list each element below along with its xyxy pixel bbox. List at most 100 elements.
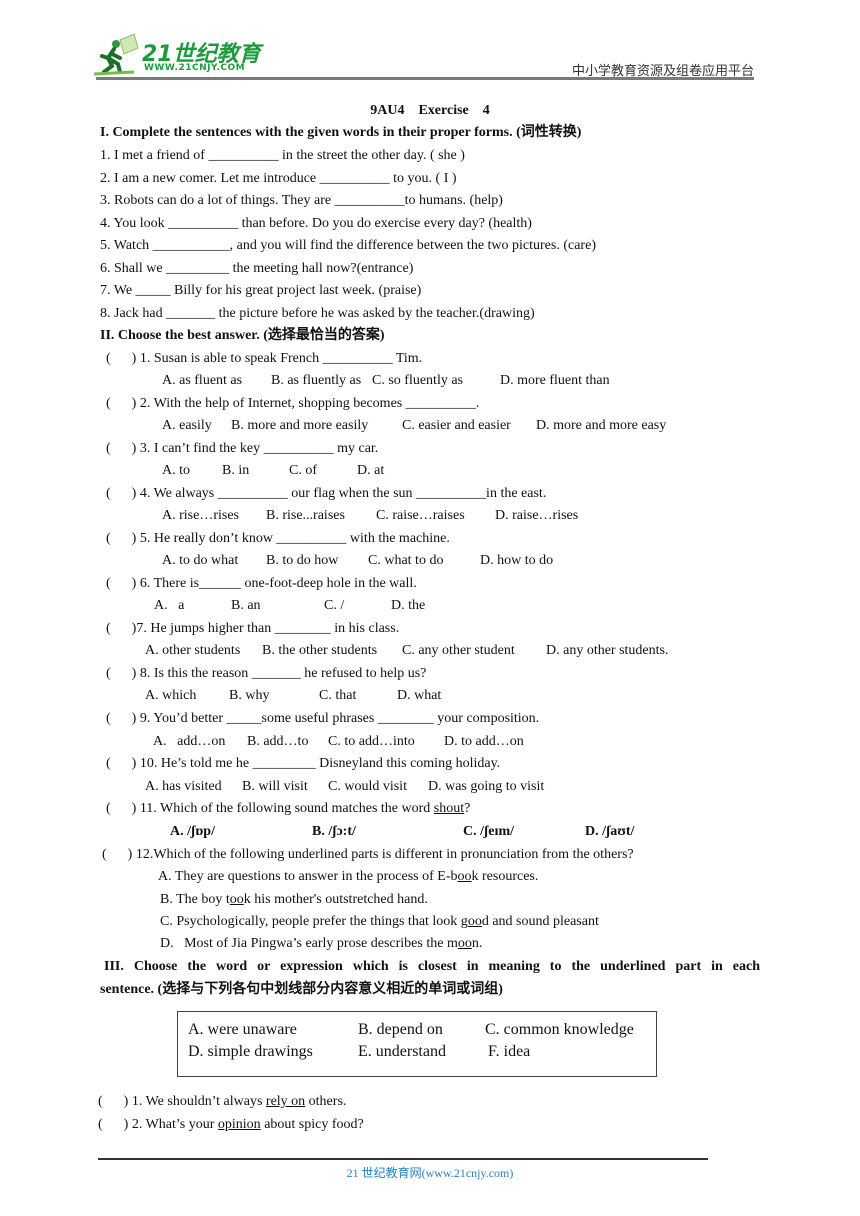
option-a: A. other students xyxy=(145,643,241,658)
option-a: A. which xyxy=(145,688,197,703)
option-a: A. easily xyxy=(162,418,212,433)
section-1-heading: I. Complete the sentences with the given… xyxy=(100,125,582,140)
option-d: D. at xyxy=(357,463,385,478)
option-d: D. /ʃaʊt/ xyxy=(585,824,635,839)
option-a: A. add…on xyxy=(153,734,226,749)
option-a: A. a xyxy=(154,598,185,613)
header-divider xyxy=(96,77,754,80)
answer-blank[interactable]: ( ) xyxy=(106,351,136,366)
underlined-word: shout xyxy=(433,801,465,816)
answer-blank[interactable]: ( ) xyxy=(106,576,136,591)
word-bank-item: E. understand xyxy=(358,1043,446,1060)
answer-blank[interactable]: ( ) xyxy=(106,441,136,456)
option-d: D. raise…rises xyxy=(495,508,579,523)
runner-logo-icon xyxy=(94,34,139,76)
option-a: A. to xyxy=(162,463,190,478)
answer-blank[interactable]: ( ) xyxy=(106,756,136,771)
word-bank-item: D. simple drawings xyxy=(188,1043,313,1060)
option-d: D. any other students. xyxy=(546,643,669,658)
footer-divider xyxy=(98,1158,708,1160)
option-c: C. what to do xyxy=(368,553,444,568)
option-b: B. in xyxy=(222,463,250,478)
option-b: B. the other students xyxy=(262,643,378,658)
option-b: B. why xyxy=(229,688,270,703)
option-b: B. will visit xyxy=(242,779,308,794)
underlined-phrase: rely on xyxy=(265,1094,306,1109)
question-2: ( ) 2. With the help of Internet, shoppi… xyxy=(106,396,480,411)
option-b: B. more and more easily xyxy=(231,418,369,433)
answer-blank[interactable]: ( ) xyxy=(106,396,136,411)
fill-in-item: 5. Watch ___________, and you will find … xyxy=(100,238,596,253)
option-d: D. more fluent than xyxy=(500,373,610,388)
option-a: A. /ʃɒp/ xyxy=(170,824,215,839)
option-c: C. would visit xyxy=(328,779,407,794)
fill-in-item: 8. Jack had _______ the picture before h… xyxy=(100,306,535,321)
option-c: C. of xyxy=(289,463,317,478)
footer-link[interactable]: 21 世纪教育网(www.21cnjy.com) xyxy=(0,1164,860,1181)
option-b: B. as fluently as xyxy=(271,373,362,388)
question-1: ( ) 1. Susan is able to speak French ___… xyxy=(106,351,423,366)
question-6: ( ) 6. There is______ one-foot-deep hole… xyxy=(106,576,417,591)
section-2-heading: II. Choose the best answer. (选择最恰当的答案) xyxy=(100,328,385,343)
answer-blank[interactable]: ( ) xyxy=(106,711,136,726)
question-3: ( ) 3. I can’t find the key __________ m… xyxy=(106,441,379,456)
fill-in-item: 4. You look __________ than before. Do y… xyxy=(100,216,532,231)
section-3-heading: III. Choose the word or expression which… xyxy=(104,959,760,974)
question-9: ( ) 9. You’d better _____some useful phr… xyxy=(106,711,540,726)
answer-blank[interactable]: ( ) xyxy=(102,847,132,862)
site-logo: 21世纪教育 WWW.21CNJY.COM xyxy=(94,34,264,76)
question-8: ( ) 8. Is this the reason _______ he ref… xyxy=(106,666,427,681)
question-5: ( ) 5. He really don’t know __________ w… xyxy=(106,531,450,546)
fill-in-item: 7. We _____ Billy for his great project … xyxy=(100,283,422,298)
question-11: ( ) 11. Which of the following sound mat… xyxy=(106,801,471,816)
option-a: A. rise…rises xyxy=(162,508,239,523)
answer-blank[interactable]: ( ) xyxy=(106,666,136,681)
word-bank-box: A. were unaware B. depend on C. common k… xyxy=(177,1011,657,1077)
answer-blank[interactable]: ( ) xyxy=(106,531,136,546)
answer-blank[interactable]: ( ) xyxy=(106,621,136,636)
option-c: C. to add…into xyxy=(328,734,415,749)
option-d: D. was going to visit xyxy=(428,779,545,794)
word-bank-item: F. idea xyxy=(488,1043,531,1060)
page-title: 9AU4 Exercise 4 xyxy=(370,103,490,118)
option-b: B. rise...raises xyxy=(266,508,345,523)
underlined-phrase: opinion xyxy=(217,1117,261,1132)
option-d: D. to add…on xyxy=(444,734,524,749)
option-c: C. raise…raises xyxy=(376,508,465,523)
option-b: B. to do how xyxy=(266,553,339,568)
option-a: A. has visited xyxy=(145,779,222,794)
option-b: B. add…to xyxy=(247,734,309,749)
option-d: D. more and more easy xyxy=(536,418,667,433)
answer-blank[interactable]: ( ) xyxy=(98,1094,128,1109)
option-c: C. so fluently as xyxy=(372,373,463,388)
option-b: B. The boy took his mother's outstretche… xyxy=(160,892,428,907)
question-12: ( ) 12.Which of the following underlined… xyxy=(102,847,634,862)
option-a: A. They are questions to answer in the p… xyxy=(158,869,539,884)
section-3-heading-cont: sentence. (选择与下列各句中划线部分内容意义相近的单词或词组) xyxy=(100,982,503,997)
word-bank-item: C. common knowledge xyxy=(485,1021,634,1038)
fill-in-item: 3. Robots can do a lot of things. They a… xyxy=(100,193,503,208)
option-d: D. Most of Jia Pingwa’s early prose desc… xyxy=(160,936,483,951)
logo-url: WWW.21CNJY.COM xyxy=(144,63,246,73)
option-c: C. /ʃeɪm/ xyxy=(463,824,515,839)
synonym-question-2: ( ) 2. What’s your opinion about spicy f… xyxy=(98,1117,364,1132)
option-c: C. Psychologically, people prefer the th… xyxy=(160,914,599,929)
fill-in-item: 2. I am a new comer. Let me introduce __… xyxy=(100,171,457,186)
option-c: C. any other student xyxy=(402,643,515,658)
answer-blank[interactable]: ( ) xyxy=(106,486,136,501)
option-a: A. as fluent as xyxy=(162,373,243,388)
option-c: C. that xyxy=(319,688,357,703)
fill-in-item: 1. I met a friend of __________ in the s… xyxy=(100,148,465,163)
option-b: B. /ʃɔ:t/ xyxy=(312,824,356,839)
answer-blank[interactable]: ( ) xyxy=(106,801,136,816)
answer-blank[interactable]: ( ) xyxy=(98,1117,128,1132)
question-4: ( ) 4. We always __________ our flag whe… xyxy=(106,486,547,501)
synonym-question-1: ( ) 1. We shouldn’t always rely on other… xyxy=(98,1094,347,1109)
option-a: A. to do what xyxy=(162,553,239,568)
word-bank-item: B. depend on xyxy=(358,1021,443,1038)
option-b: B. an xyxy=(231,598,261,613)
option-d: D. the xyxy=(391,598,426,613)
option-d: D. what xyxy=(397,688,442,703)
option-c: C. easier and easier xyxy=(402,418,511,433)
question-10: ( ) 10. He’s told me he _________ Disney… xyxy=(106,756,501,771)
